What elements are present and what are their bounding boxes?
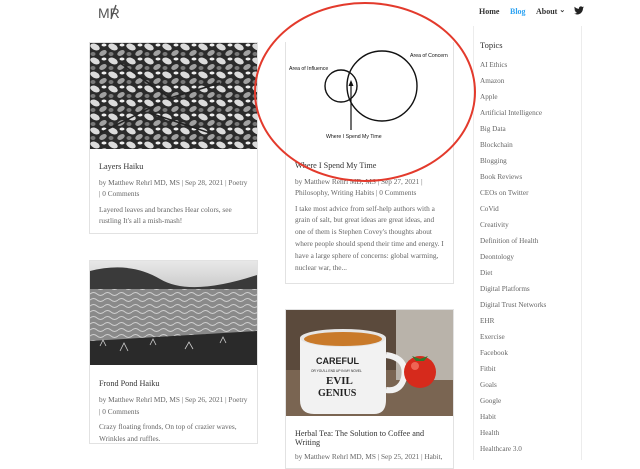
post-image-pond[interactable]: [90, 261, 257, 365]
twitter-icon[interactable]: [574, 6, 584, 15]
sidebar-item-topic[interactable]: Diet: [480, 269, 492, 277]
sidebar-item-topic[interactable]: CoVid: [480, 205, 499, 213]
sidebar-item-topic[interactable]: CEOs on Twitter: [480, 189, 528, 197]
sidebar-item-topic[interactable]: EHR: [480, 317, 494, 325]
post-excerpt: where people should spend their time and…: [295, 239, 444, 248]
post-card-herbal-tea: CAREFUL OR YOU'LL END UP IN MY NOVEL EVI…: [285, 309, 454, 469]
sidebar-item-topic[interactable]: Book Reviews: [480, 173, 522, 181]
sidebar-item-topic[interactable]: Big Data: [480, 125, 506, 133]
sidebar-item-topic[interactable]: Blockchain: [480, 141, 513, 149]
sidebar-item-topic[interactable]: Creativity: [480, 221, 509, 229]
sidebar-item-topic[interactable]: Healthcare 3.0: [480, 445, 522, 453]
post-title[interactable]: Where I Spend My Time: [295, 161, 376, 171]
nav-blog[interactable]: Blog: [510, 7, 526, 16]
post-excerpt: Crazy floating fronds, On top of crazier…: [99, 422, 237, 431]
sidebar-item-topic[interactable]: Deontology: [480, 253, 514, 261]
post-title[interactable]: Layers Haiku: [99, 162, 143, 172]
post-excerpt: have a large sphere of concerns: global …: [295, 251, 439, 260]
post-excerpt: grain of salt, but great ideas are great…: [295, 215, 435, 224]
post-card-where-i-spend-my-time: Area of Influence Area of Concern Where …: [285, 42, 454, 284]
logo-text: MR: [98, 5, 120, 21]
post-excerpt: Wrinkles and ruffles.: [99, 434, 161, 443]
sidebar-title: Topics: [480, 40, 503, 50]
post-card-layers-haiku: Layers Haiku by Matthew Rehrl MD, MS | S…: [89, 42, 258, 234]
post-meta[interactable]: by Matthew Rehrl MD, MS | Sep 27, 2021 |: [295, 176, 423, 188]
post-excerpt: one of them is Stephen Covey's thoughts …: [295, 227, 432, 236]
column-divider: [581, 26, 582, 460]
mug-text: EVIL: [326, 375, 353, 387]
sidebar-item-topic[interactable]: Fitbit: [480, 365, 496, 373]
site-header: MR Home Blog About ⌄: [0, 0, 640, 26]
post-categories[interactable]: Philosophy, Writing Habits | 0 Comments: [295, 187, 416, 199]
post-card-frond-pond-haiku: Frond Pond Haiku by Matthew Rehrl MD, MS…: [89, 260, 258, 444]
sidebar-item-topic[interactable]: Goals: [480, 381, 497, 389]
chevron-down-icon: ⌄: [559, 6, 566, 14]
post-image-leaves[interactable]: [90, 43, 257, 149]
site-logo[interactable]: MR: [98, 4, 128, 21]
post-comments[interactable]: | 0 Comments: [99, 406, 139, 418]
diagram-label-time: Where I Spend My Time: [326, 134, 382, 140]
diagram-label-concern: Area of Concern: [410, 53, 448, 59]
sidebar-item-topic[interactable]: Exercise: [480, 333, 505, 341]
nav-about[interactable]: About ⌄: [536, 6, 566, 16]
nav-home[interactable]: Home: [479, 7, 499, 16]
sidebar-item-topic[interactable]: Digital Trust Networks: [480, 301, 546, 309]
diagram-label-influence: Area of Influence: [289, 66, 328, 72]
sidebar-item-topic[interactable]: Facebook: [480, 349, 508, 357]
sidebar-item-topic[interactable]: Apple: [480, 93, 498, 101]
mug-text: GENIUS: [318, 388, 357, 399]
sidebar-item-topic[interactable]: Habit: [480, 413, 496, 421]
post-meta[interactable]: by Matthew Rehrl MD, MS | Sep 25, 2021 |…: [295, 451, 442, 463]
post-title[interactable]: Writing: [295, 438, 320, 448]
column-divider: [473, 26, 474, 460]
post-excerpt: nuclear war, the...: [295, 263, 347, 272]
post-title[interactable]: Frond Pond Haiku: [99, 379, 160, 389]
post-image-tea-mug[interactable]: CAREFUL OR YOU'LL END UP IN MY NOVEL EVI…: [286, 310, 453, 416]
sidebar-item-topic[interactable]: Digital Platforms: [480, 285, 530, 293]
sidebar-item-topic[interactable]: Definition of Health: [480, 237, 538, 245]
mug-text: OR YOU'LL END UP IN MY NOVEL: [311, 369, 362, 373]
sidebar-item-topic[interactable]: Google: [480, 397, 501, 405]
nav-about-label: About: [536, 7, 558, 16]
sidebar-item-topic[interactable]: Artificial Intelligence: [480, 109, 542, 117]
sidebar-item-topic[interactable]: AI Ethics: [480, 61, 507, 69]
sidebar-item-topic[interactable]: Blogging: [480, 157, 507, 165]
post-meta[interactable]: by Matthew Rehrl MD, MS | Sep 28, 2021 |…: [99, 177, 247, 189]
sidebar-item-topic[interactable]: Health: [480, 429, 499, 437]
sidebar-item-topic[interactable]: Amazon: [480, 77, 504, 85]
post-comments[interactable]: | 0 Comments: [99, 188, 139, 200]
post-excerpt: rustling It's all a mish-mash!: [99, 216, 183, 225]
post-image-concern-diagram[interactable]: Area of Influence Area of Concern Where …: [286, 42, 453, 148]
post-meta[interactable]: by Matthew Rehrl MD, MS | Sep 26, 2021 |…: [99, 394, 247, 406]
mug-text: CAREFUL: [316, 356, 359, 366]
